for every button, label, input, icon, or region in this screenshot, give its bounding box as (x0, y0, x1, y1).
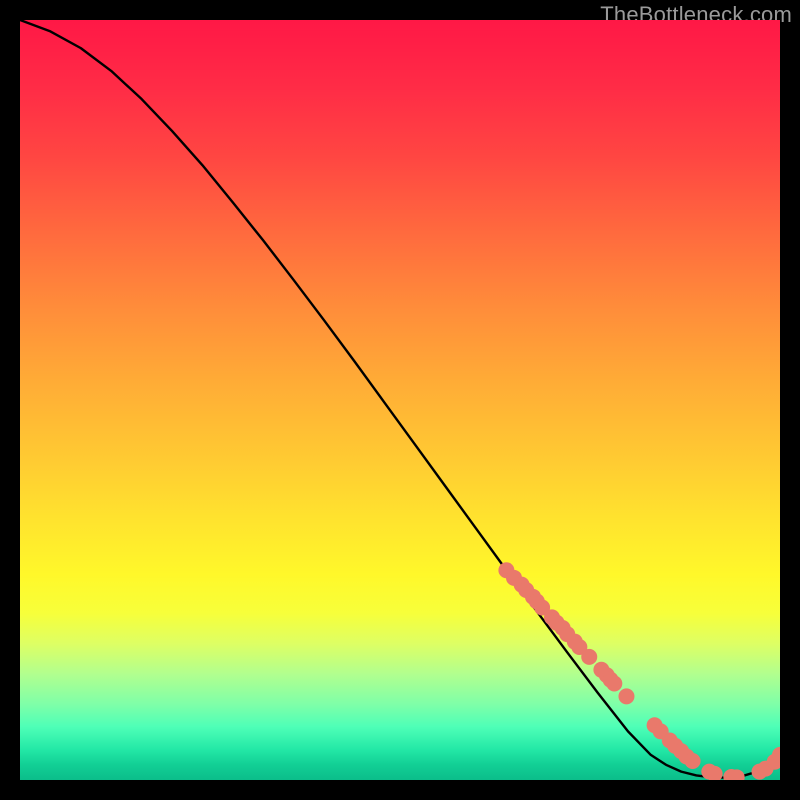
data-point (606, 675, 622, 691)
chart-svg (20, 20, 780, 780)
data-point (581, 649, 597, 665)
data-point (685, 753, 701, 769)
data-point (618, 688, 634, 704)
bottleneck-curve (20, 20, 780, 778)
chart-stage: TheBottleneck.com (0, 0, 800, 800)
plot-area (20, 20, 780, 780)
data-point-markers (498, 562, 780, 780)
